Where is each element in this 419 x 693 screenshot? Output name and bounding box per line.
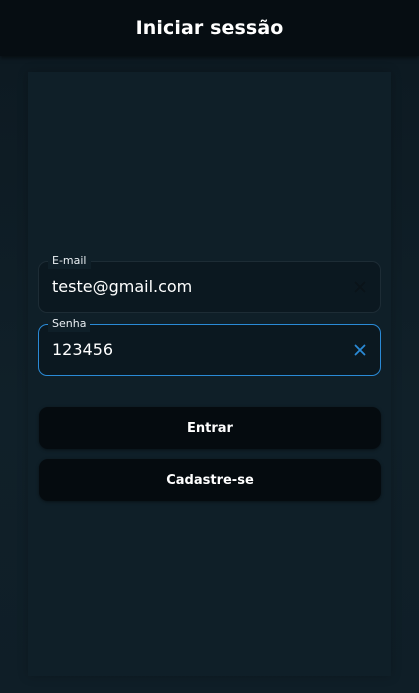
password-field-value[interactable]: 123456: [52, 325, 113, 375]
password-field[interactable]: Senha 123456: [38, 316, 381, 376]
login-button[interactable]: Entrar: [39, 407, 381, 449]
close-icon[interactable]: [352, 342, 368, 358]
page-title: Iniciar sessão: [135, 17, 284, 39]
email-field[interactable]: E-mail teste@gmail.com: [38, 253, 381, 313]
email-field-value[interactable]: teste@gmail.com: [52, 262, 192, 312]
close-icon[interactable]: [352, 279, 368, 295]
signup-button[interactable]: Cadastre-se: [39, 459, 381, 501]
app-bar: Iniciar sessão: [0, 0, 419, 56]
